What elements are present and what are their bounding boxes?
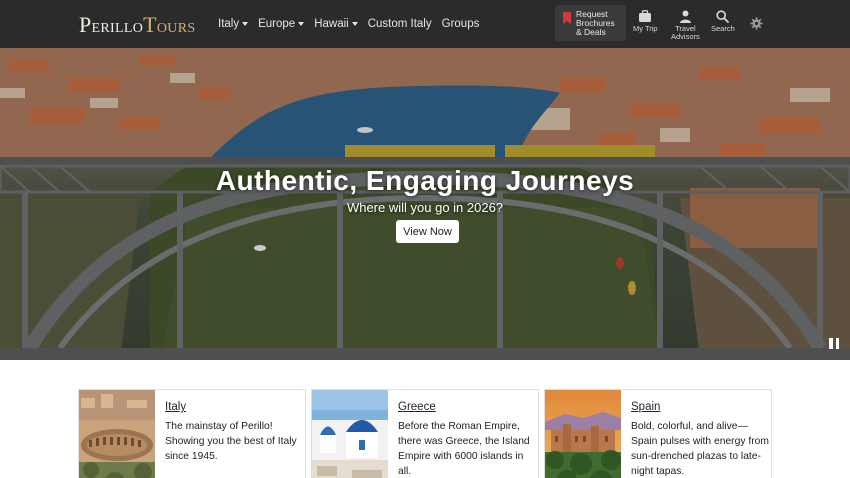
card-description: The mainstay of Perillo! Showing you the… bbox=[165, 421, 297, 462]
card-description: Before the Roman Empire, there was Greec… bbox=[398, 421, 530, 477]
destination-card-greece[interactable]: Greece Before the Roman Empire, there wa… bbox=[311, 389, 539, 478]
chevron-down-icon bbox=[298, 22, 305, 26]
top-navbar: PerilloTours Italy Europe Hawaii Custom … bbox=[0, 0, 850, 48]
gear-icon[interactable] bbox=[750, 17, 763, 30]
bookmark-icon bbox=[563, 12, 571, 24]
hero-banner: Authentic, Engaging Journeys Where will … bbox=[0, 48, 850, 360]
travel-advisors-button[interactable]: Travel Advisors bbox=[671, 10, 700, 41]
card-title[interactable]: Spain bbox=[631, 401, 660, 413]
nav-groups[interactable]: Groups bbox=[442, 18, 480, 30]
main-nav: Italy Europe Hawaii Custom Italy Groups bbox=[218, 0, 489, 48]
request-label-line3: & Deals bbox=[576, 26, 606, 37]
my-trip-label: My Trip bbox=[633, 24, 658, 33]
pause-icon[interactable] bbox=[829, 338, 839, 349]
briefcase-icon bbox=[639, 10, 652, 22]
destination-card-spain[interactable]: Spain Bold, colorful, and alive—Spain pu… bbox=[544, 389, 772, 478]
destination-card-italy[interactable]: Italy The mainstay of Perillo! Showing y… bbox=[78, 389, 306, 478]
card-title[interactable]: Italy bbox=[165, 401, 186, 413]
santorini-image bbox=[312, 390, 388, 478]
hero-title: Authentic, Engaging Journeys bbox=[215, 165, 635, 196]
nav-europe[interactable]: Europe bbox=[258, 18, 305, 30]
nav-custom-italy[interactable]: Custom Italy bbox=[368, 18, 432, 30]
search-icon bbox=[716, 10, 730, 23]
travel-advisors-line2: Advisors bbox=[671, 32, 700, 41]
nav-hawaii[interactable]: Hawaii bbox=[314, 18, 358, 30]
brand-logo[interactable]: PerilloTours bbox=[79, 12, 195, 38]
request-brochures-button[interactable]: Request Brochures & Deals bbox=[555, 5, 626, 41]
hero-subtitle: Where will you go in 2026? bbox=[346, 200, 504, 215]
chevron-down-icon bbox=[242, 22, 249, 26]
nav-italy[interactable]: Italy bbox=[218, 18, 249, 30]
chevron-down-icon bbox=[351, 22, 358, 26]
alhambra-image bbox=[545, 390, 621, 478]
card-title[interactable]: Greece bbox=[398, 401, 436, 413]
person-icon bbox=[679, 10, 691, 23]
colosseum-image bbox=[79, 390, 155, 478]
search-button[interactable]: Search bbox=[711, 10, 735, 33]
card-description: Bold, colorful, and alive—Spain pulses w… bbox=[631, 421, 769, 477]
my-trip-button[interactable]: My Trip bbox=[633, 10, 658, 33]
search-label: Search bbox=[711, 24, 735, 33]
view-now-button[interactable]: View Now bbox=[396, 220, 459, 243]
